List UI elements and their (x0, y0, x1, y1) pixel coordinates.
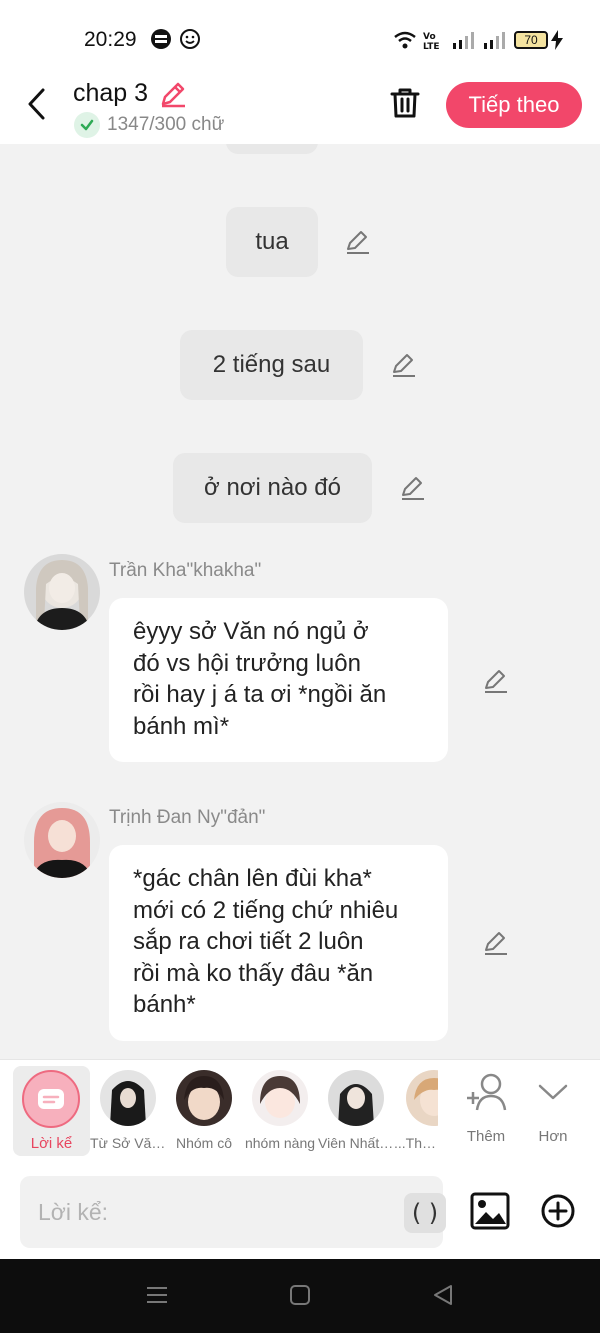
dialogue-line: rồi hay j á ta ơi *ngồi ăn (133, 681, 387, 708)
delete-button[interactable] (388, 86, 422, 125)
avatar (100, 1070, 156, 1126)
avatar (328, 1070, 384, 1126)
editor-header: chap 3 1347/300 chữ Tiếp theo (0, 76, 600, 144)
narration-bubble[interactable]: 2 tiếng sau (180, 330, 363, 400)
dialogue-line: sắp ra chơi tiết 2 luôn (133, 928, 364, 955)
signal-icon (483, 31, 507, 54)
add-character-label: Thêm (466, 1128, 506, 1145)
dialogue-bubble[interactable]: êyyy sở Văn nó ngủ ở đó vs hội trưởng lu… (109, 598, 448, 762)
character-name: Trịnh Đan Ny"đản" (109, 807, 266, 828)
pencil-icon (402, 477, 424, 500)
svg-text:LTE: LTE (423, 42, 440, 50)
character-item[interactable]: nhóm nàng (242, 1070, 318, 1156)
home-square-icon (290, 1285, 310, 1305)
narration-bubble[interactable]: ở nơi nào đó (173, 453, 372, 523)
character-label: Viên Nhất ... (318, 1135, 394, 1151)
character-item[interactable]: ...Thẩm (394, 1070, 438, 1156)
word-count: 1347/300 chữ (74, 112, 224, 138)
signal-icon (452, 31, 476, 54)
insert-image-button[interactable] (470, 1192, 510, 1235)
dialogue-line: rồi mà ko thấy đâu *ăn (133, 959, 374, 987)
avatar (252, 1070, 308, 1126)
more-button[interactable]: Hơn (523, 1070, 583, 1156)
menu-nav-button[interactable] (145, 1283, 169, 1312)
dialogue-line: đó vs hội trưởng luôn (133, 649, 361, 677)
edit-message-button[interactable] (391, 352, 417, 383)
character-name: Trần Kha"khakha" (109, 560, 262, 581)
menu-icon (147, 1287, 167, 1303)
narration-bubble[interactable]: tua (226, 207, 318, 277)
narration-tab[interactable]: Lời kể (13, 1066, 90, 1156)
dialogue-line: bánh mì* (133, 712, 230, 740)
add-user-icon (467, 1073, 507, 1111)
edit-message-button[interactable] (400, 475, 426, 506)
more-label: Hơn (538, 1128, 568, 1145)
check-icon (74, 112, 100, 138)
pencil-icon (347, 231, 369, 254)
character-item[interactable]: Nhóm cô (166, 1070, 242, 1156)
character-item[interactable]: Viên Nhất ... (318, 1070, 394, 1156)
dialogue-line: êyyy sở Văn nó ngủ ở (133, 618, 369, 645)
edit-title-button[interactable] (158, 79, 188, 114)
image-icon (470, 1192, 510, 1230)
chevron-left-icon (28, 88, 45, 120)
parentheses-button[interactable]: ( ) (404, 1193, 446, 1233)
status-bar: 20:29 Vo LTE 70 (0, 0, 600, 76)
dialogue-line: *gác chân lên đùi kha* (133, 865, 372, 892)
character-label: Nhóm cô (175, 1135, 233, 1151)
character-item[interactable]: Từ Sở Văn... (90, 1070, 166, 1156)
chapter-title: chap 3 (73, 79, 149, 107)
edit-message-button[interactable] (345, 229, 371, 260)
battery-icon: 70 (514, 31, 548, 49)
character-label: ...Thẩm (394, 1135, 438, 1151)
add-character-button[interactable]: Thêm (456, 1070, 516, 1156)
home-nav-button[interactable] (289, 1283, 311, 1312)
back-triangle-icon (434, 1285, 452, 1305)
pencil-icon (485, 670, 507, 693)
dialogue-line: mới có 2 tiếng chứ nhiêu (133, 896, 399, 924)
chat-area[interactable]: tua 2 tiếng sau ở nơi nào đó Trần Kha"kh… (0, 144, 600, 1059)
charging-icon (551, 30, 563, 55)
baomoi-app-icon (150, 28, 172, 55)
wifi-icon (393, 30, 417, 55)
word-count-text: 1347/300 chữ (107, 114, 225, 135)
avatar[interactable] (24, 554, 100, 630)
pencil-icon (485, 932, 507, 955)
avatar[interactable] (24, 802, 100, 878)
pencil-icon (161, 82, 185, 108)
pencil-icon (393, 354, 415, 377)
narration-bubble-partial[interactable] (226, 144, 318, 154)
next-button[interactable]: Tiếp theo (446, 82, 582, 128)
edit-message-button[interactable] (483, 668, 509, 699)
chevron-down-icon (538, 1084, 568, 1100)
volte-icon: Vo LTE (423, 30, 445, 55)
plus-circle-icon (541, 1194, 575, 1228)
status-time: 20:29 (84, 28, 137, 51)
trash-icon (390, 88, 420, 118)
edit-message-button[interactable] (483, 930, 509, 961)
avatar (406, 1070, 438, 1126)
dialogue-bubble[interactable]: *gác chân lên đùi kha* mới có 2 tiếng ch… (109, 845, 448, 1041)
input-bar: ( ) (0, 1166, 600, 1259)
avatar (176, 1070, 232, 1126)
back-button[interactable] (22, 86, 52, 122)
message-input-container: ( ) (20, 1176, 446, 1248)
smiley-icon (179, 28, 201, 55)
back-nav-button[interactable] (431, 1283, 455, 1312)
dialogue-line: bánh* (133, 991, 196, 1018)
system-nav-bar (0, 1259, 600, 1333)
narration-tab-label: Lời kể (30, 1135, 73, 1152)
svg-text:Vo: Vo (423, 32, 436, 42)
character-bar: Lời kể Từ Sở Văn... Nhóm cô nhóm nàng Vi… (0, 1059, 600, 1166)
narration-icon (22, 1070, 80, 1128)
character-label: nhóm nàng (244, 1135, 316, 1151)
character-label: Từ Sở Văn... (90, 1135, 166, 1151)
message-input[interactable] (20, 1176, 380, 1248)
add-button[interactable] (540, 1193, 576, 1234)
